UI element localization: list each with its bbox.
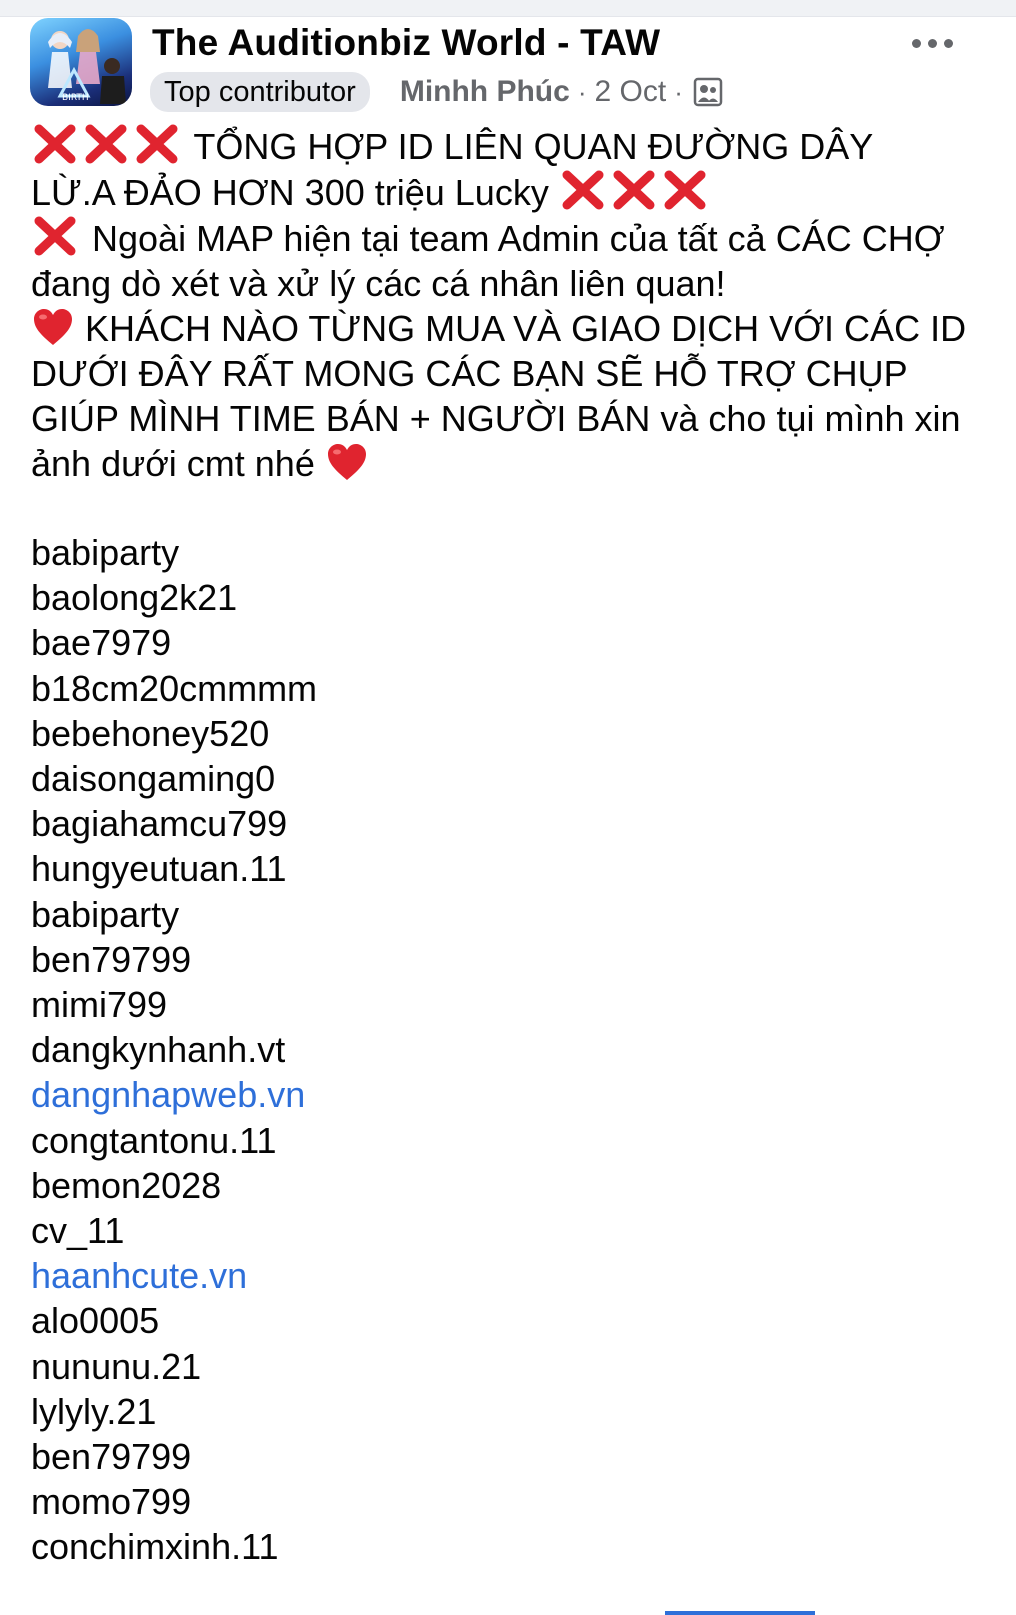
more-dot [943,38,953,48]
headline-text-1: TỔNG HỢP ID LIÊN QUAN ĐƯỜNG DÂY [184,126,874,167]
headline: TỔNG HỢP ID LIÊN QUAN ĐƯỜNG DÂY LỪ.A ĐẢO … [31,123,991,215]
id-item: hungyeutuan.11 [31,848,287,890]
more-options-icon[interactable] [907,28,957,58]
id-item: lylyly.21 [31,1390,157,1432]
id-item: bagiahamcu799 [31,803,288,845]
headline-text-2: LỪ.A ĐẢO HƠN 300 triệu Lucky [31,172,559,213]
id-item: bae7979 [31,622,172,664]
id-item: daisongaming0 [31,758,276,800]
id-item: ben79799 [31,938,192,980]
author-name[interactable]: Minhh Phúc [400,75,570,109]
id-item: bemon2028 [31,1164,222,1206]
id-item: dangkynhanh.vt [31,1029,286,1071]
red-heart-icon [325,442,369,484]
cross-mark-icon [559,169,607,211]
id-item: congtantonu.11 [31,1119,277,1161]
id-item: cv_11 [31,1210,125,1252]
id-item: b18cm20cmmmm [31,667,318,709]
notice-text: Ngoài MAP hiện tại team Admin của tất cả… [31,218,945,304]
meta-separator: · [577,76,587,107]
scroll-indicator [665,1611,815,1615]
group-avatar[interactable]: BIRTH [30,18,132,106]
id-link[interactable]: haanhcute.vn [31,1253,317,1298]
group-name[interactable]: The Auditionbiz World - TAW [152,22,660,64]
notice-paragraph: Ngoài MAP hiện tại team Admin của tất cả… [31,215,991,306]
id-item: alo0005 [31,1300,160,1342]
cross-mark-icon [82,123,130,165]
id-item: ben79799 [31,1436,192,1478]
group-avatar-image: BIRTH [48,29,126,104]
id-link[interactable]: dangnhapweb.vn [31,1072,317,1117]
id-list: babiparty baolong2k21 bae7979 b18cm20cmmmm b… [31,530,317,1570]
top-divider [0,0,1016,17]
cross-mark-icon [31,215,79,257]
meta-separator: · [674,76,683,107]
id-item: momo799 [31,1481,192,1523]
red-heart-icon [31,307,75,349]
post-date[interactable]: 2 Oct [594,75,666,109]
group-members-icon[interactable] [693,77,723,107]
cross-mark-icon [133,123,181,165]
more-dot [927,38,937,48]
request-text: KHÁCH NÀO TỪNG MUA VÀ GIAO DỊCH VỚI CÁC … [31,308,967,484]
id-item: nununu.21 [31,1345,202,1387]
cross-mark-icon [661,169,709,211]
svg-text:BIRTH: BIRTH [62,93,89,103]
cross-mark-icon [610,169,658,211]
more-dot [911,38,921,48]
id-item: babiparty [31,532,180,573]
id-item: conchimxinh.11 [31,1526,279,1568]
id-item: bebehoney520 [31,712,270,754]
request-paragraph: KHÁCH NÀO TỪNG MUA VÀ GIAO DỊCH VỚI CÁC … [31,306,991,486]
post-body: TỔNG HỢP ID LIÊN QUAN ĐƯỜNG DÂY LỪ.A ĐẢO … [31,123,991,486]
post-meta: Top contributor Minhh Phúc · 2 Oct · [150,72,723,112]
top-contributor-badge[interactable]: Top contributor [150,72,370,112]
id-item: baolong2k21 [31,577,238,619]
id-item: mimi799 [31,984,168,1026]
id-item: babiparty [31,893,180,935]
cross-mark-icon [31,123,79,165]
